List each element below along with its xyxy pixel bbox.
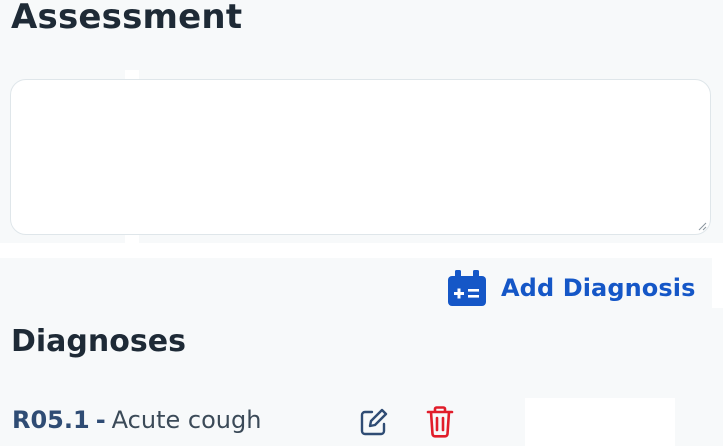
diagnosis-item: R05.1 - Acute cough: [12, 400, 261, 440]
diagnosis-description: Acute cough: [111, 406, 262, 434]
edit-diagnosis-button[interactable]: [356, 404, 392, 440]
edit-icon: [360, 408, 388, 436]
background-patch: [125, 235, 139, 243]
medical-kit-icon: [448, 270, 486, 306]
diagnosis-separator: -: [95, 406, 106, 434]
assessment-title: Assessment: [11, 0, 243, 37]
diagnoses-heading: Diagnoses: [11, 324, 186, 359]
delete-diagnosis-button[interactable]: [422, 404, 458, 440]
add-diagnosis-button[interactable]: Add Diagnosis: [445, 266, 695, 310]
trash-icon: [426, 406, 454, 438]
background-patch: [0, 243, 723, 258]
background-patch: [712, 258, 723, 308]
background-patch: [525, 398, 675, 446]
assessment-textarea[interactable]: [10, 79, 711, 235]
resize-handle-icon[interactable]: [697, 221, 707, 231]
add-diagnosis-label: Add Diagnosis: [501, 274, 696, 302]
diagnosis-code: R05.1: [12, 406, 90, 434]
